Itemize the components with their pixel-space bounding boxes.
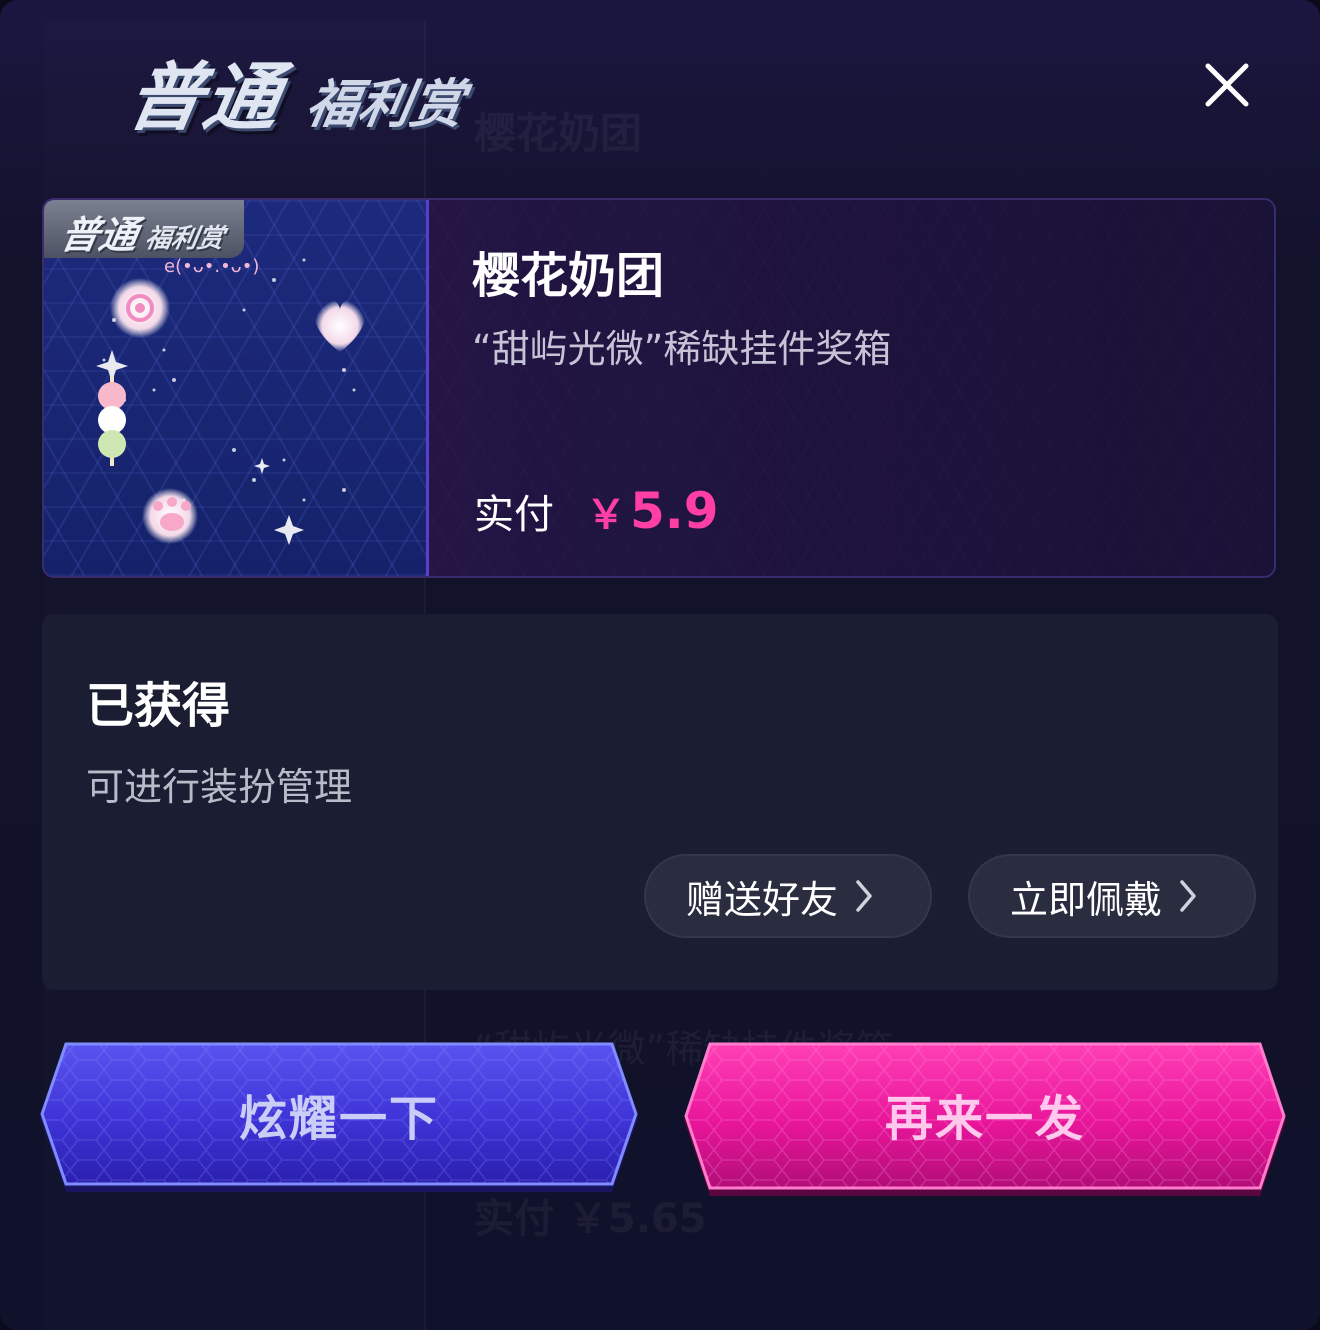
price-value: 5.9: [630, 482, 719, 540]
product-thumbnail: e(•ᴗ•.•ᴗ•) 普通 福利赏: [44, 200, 429, 576]
show-off-label: 炫耀一下: [238, 1091, 439, 1147]
close-icon: [1205, 63, 1249, 107]
reward-tier-badge: 普通 福利赏: [44, 200, 244, 258]
product-card: e(•ᴗ•.•ᴗ•) 普通 福利赏 樱花奶团 “甜屿光微”稀缺挂件奖箱 实付 ￥…: [42, 198, 1276, 578]
price-row: 实付 ￥ 5.9: [474, 482, 719, 540]
logo-main-text: 普通: [121, 55, 289, 141]
draw-again-button[interactable]: 再来一发: [680, 1040, 1290, 1200]
price-currency: ￥: [586, 492, 626, 538]
price-label: 实付: [474, 492, 554, 538]
badge-main-text: 普通: [57, 213, 142, 257]
chevron-right-icon: [856, 880, 872, 912]
obtained-subtitle: 可进行装扮管理: [86, 765, 353, 809]
close-button[interactable]: [1196, 54, 1258, 116]
draw-again-label: 再来一发: [884, 1091, 1085, 1147]
wear-now-label: 立即佩戴: [1010, 877, 1163, 922]
obtained-title: 已获得: [86, 678, 231, 734]
product-name: 樱花奶团: [472, 248, 665, 304]
thumb-caption: e(•ᴗ•.•ᴗ•): [164, 256, 259, 277]
obtained-panel: 已获得 可进行装扮管理 赠送好友 立即佩戴: [42, 614, 1278, 990]
gift-friend-button[interactable]: 赠送好友: [644, 854, 932, 938]
gift-friend-label: 赠送好友: [686, 877, 839, 922]
badge-sub-text: 福利赏: [142, 224, 227, 254]
reward-logo: 普通 福利赏: [121, 38, 490, 141]
product-description: “甜屿光微”稀缺挂件奖箱: [472, 327, 892, 371]
background-item-name: 樱花奶团: [474, 109, 643, 158]
show-off-button[interactable]: 炫耀一下: [36, 1040, 642, 1200]
wear-now-button[interactable]: 立即佩戴: [968, 854, 1256, 938]
reward-modal: 樱花奶团 “甜屿光微”稀缺挂件奖箱 实付 ￥5.65 普通 福利赏 e(•ᴗ•.…: [0, 0, 1320, 1330]
logo-sub-text: 福利赏: [301, 75, 469, 135]
chevron-right-icon: [1180, 880, 1196, 912]
